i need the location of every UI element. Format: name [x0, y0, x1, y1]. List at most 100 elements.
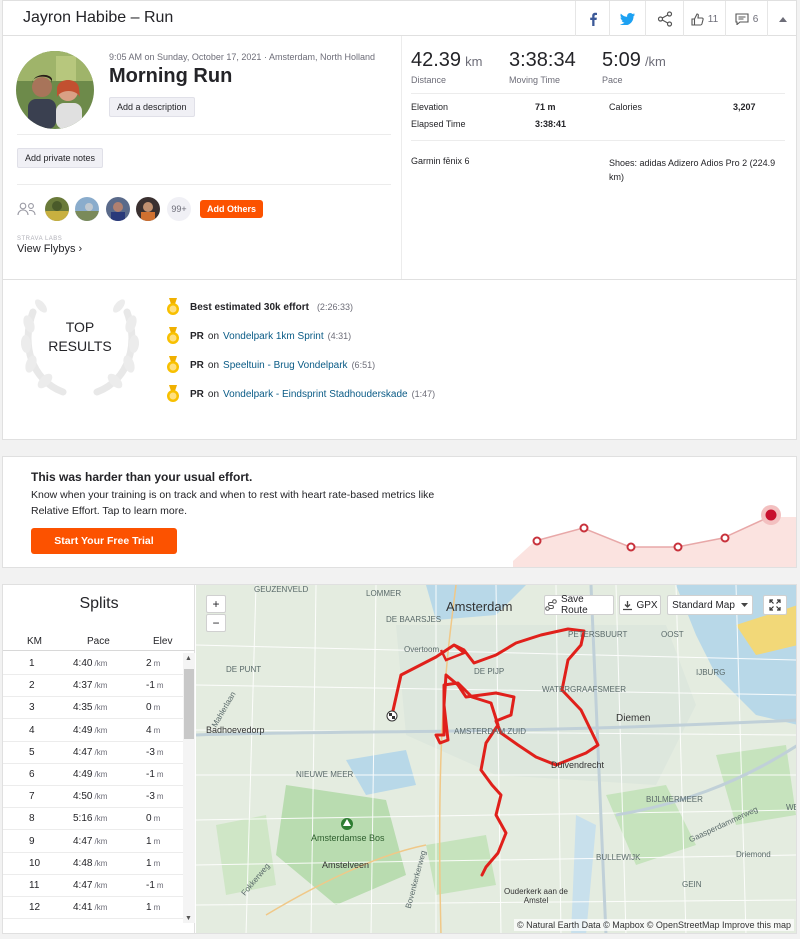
column-header-pace: Pace — [87, 636, 110, 647]
activity-datetime-location: 9:05 AM on Sunday, October 17, 2021 · Am… — [109, 52, 375, 62]
split-pace-value: 4:47 — [73, 880, 93, 891]
device-name: Garmin fēnix 6 — [411, 156, 470, 166]
split-elev-unit: m — [153, 814, 161, 824]
split-pace-value: 4:40 — [73, 658, 93, 669]
split-elev-unit: m — [153, 725, 161, 735]
kudoer-avatar[interactable] — [75, 197, 99, 221]
more-kudoers-badge[interactable]: 99+ — [167, 197, 191, 221]
activity-name[interactable]: Morning Run — [109, 65, 232, 88]
table-row[interactable]: 2 4:37/km -1 m — [3, 675, 183, 698]
result-label: PR — [190, 359, 204, 371]
kudoer-avatar[interactable] — [106, 197, 130, 221]
result-time: (6:51) — [351, 360, 376, 370]
split-pace-value: 4:37 — [73, 680, 93, 692]
split-pace-value: 4:49 — [73, 724, 93, 736]
map-attribution[interactable]: © Natural Earth Data © Mapbox © OpenStre… — [513, 919, 794, 931]
twitter-icon — [620, 13, 635, 25]
distance-label: Distance — [411, 75, 447, 85]
elevation-label: Elevation — [411, 102, 449, 112]
moving-time-value: 3:38:34 — [509, 49, 576, 71]
split-elev-value: -1 — [146, 680, 155, 692]
split-pace-value: 4:48 — [73, 857, 93, 869]
add-description-button[interactable]: Add a description — [109, 97, 195, 117]
zoom-in-button[interactable]: + — [206, 595, 226, 613]
segment-link[interactable]: Vondelpark - Eindsprint Stadhouderskade — [223, 389, 408, 400]
table-row[interactable]: 9 4:47/km 1 m — [3, 831, 183, 853]
pace-unit: /km — [644, 54, 666, 69]
table-row[interactable]: 8 5:16/km 0 m — [3, 808, 183, 831]
split-pace: 4:47/km — [73, 880, 107, 891]
map-label: Amsterdamse Bos — [311, 833, 385, 843]
kudoer-avatar[interactable] — [45, 197, 69, 221]
activity-summary: 9:05 AM on Sunday, October 17, 2021 · Am… — [2, 36, 797, 280]
result-time: (1:47) — [411, 389, 436, 399]
download-icon — [623, 600, 633, 610]
gpx-download-button[interactable]: GPX — [619, 595, 661, 615]
split-pace-unit: /km — [94, 836, 108, 846]
elapsed-time-value: 3:38:41 — [535, 119, 567, 129]
kudoer-avatar[interactable] — [136, 197, 160, 221]
table-row[interactable]: 11 4:47/km -1 m — [3, 875, 183, 897]
segment-link[interactable]: Speeltuin - Brug Vondelpark — [223, 360, 348, 371]
splits-scrollbar[interactable]: ▲ ▼ — [183, 653, 195, 923]
table-row[interactable]: 7 4:50/km -3 m — [3, 786, 183, 809]
split-elev: -1 m — [146, 769, 164, 780]
split-km: 3 — [29, 702, 35, 714]
table-row[interactable]: 12 4:41/km 1 m — [3, 897, 183, 920]
gpx-label: GPX — [636, 599, 658, 611]
map-label: DE PIJP — [474, 667, 505, 676]
distance-unit: km — [465, 54, 483, 69]
table-row[interactable]: 4 4:49/km 4 m — [3, 720, 183, 742]
scroll-up-arrow[interactable]: ▲ — [185, 655, 192, 662]
segment-link[interactable]: Vondelpark 1km Sprint — [223, 331, 324, 342]
kudos-button[interactable]: 11 — [683, 1, 725, 37]
result-time: (4:31) — [327, 331, 352, 341]
map-label: IJBURG — [696, 668, 726, 677]
map-label-city: Amsterdam — [446, 599, 513, 614]
table-row[interactable]: 1 4:40/km 2 m — [3, 653, 183, 675]
result-time: (2:26:33) — [316, 302, 353, 312]
save-route-button[interactable]: Save Route — [544, 594, 614, 616]
start-free-trial-button[interactable]: Start Your Free Trial — [31, 528, 177, 554]
scroll-down-arrow[interactable]: ▼ — [185, 915, 192, 922]
relative-effort-promo[interactable]: This was harder than your usual effort. … — [2, 456, 797, 568]
result-prefix: on — [207, 330, 220, 342]
athlete-avatar[interactable] — [16, 51, 94, 129]
pace-label: Pace — [602, 75, 623, 85]
fullscreen-button[interactable] — [763, 595, 787, 615]
result-item: PR on Speeltuin - Brug Vondelpark (6:51) — [166, 356, 375, 374]
share-button[interactable] — [645, 1, 683, 37]
split-pace-unit: /km — [94, 792, 108, 802]
map-label: WEES — [786, 803, 796, 812]
table-row[interactable]: 6 4:49/km -1 m — [3, 764, 183, 786]
table-row[interactable]: 5 4:47/km -3 m — [3, 742, 183, 764]
split-pace-value: 4:41 — [73, 902, 93, 914]
collapse-button[interactable] — [767, 1, 798, 37]
promo-heading: This was harder than your usual effort. — [31, 470, 253, 484]
zoom-out-button[interactable]: − — [206, 614, 226, 632]
facebook-icon — [589, 12, 597, 26]
view-flybys-link[interactable]: View Flybys › — [17, 243, 82, 255]
moving-time-label: Moving Time — [509, 75, 561, 85]
table-row[interactable]: 3 4:35/km 0 m — [3, 697, 183, 720]
table-row[interactable]: 10 4:48/km 1 m — [3, 853, 183, 875]
add-others-button[interactable]: Add Others — [200, 200, 264, 218]
split-elev-value: -3 — [146, 746, 155, 758]
route-map[interactable]: Amsterdam LOMMER GEUZENVELD DE BAARSJES … — [196, 585, 796, 933]
facebook-share-button[interactable] — [575, 1, 609, 37]
split-elev: 1m — [146, 836, 160, 847]
map-label: BULLEWIJK — [596, 853, 641, 862]
split-km: 4 — [29, 724, 35, 736]
column-header-km: KM — [27, 636, 42, 647]
medal-icon — [167, 327, 179, 344]
split-pace: 4:50/km — [73, 791, 107, 802]
split-pace-unit: /km — [94, 770, 108, 779]
map-style-dropdown[interactable]: Standard Map — [667, 595, 753, 615]
twitter-share-button[interactable] — [609, 1, 645, 37]
comments-button[interactable]: 6 — [725, 1, 767, 37]
scrollbar-thumb[interactable] — [184, 669, 194, 739]
add-private-notes-button[interactable]: Add private notes — [17, 148, 104, 168]
activity-header: Jayron Habibe – Run 11 6 — [2, 0, 798, 37]
caret-up-icon — [779, 16, 787, 22]
page-title: Jayron Habibe – Run — [23, 9, 174, 26]
